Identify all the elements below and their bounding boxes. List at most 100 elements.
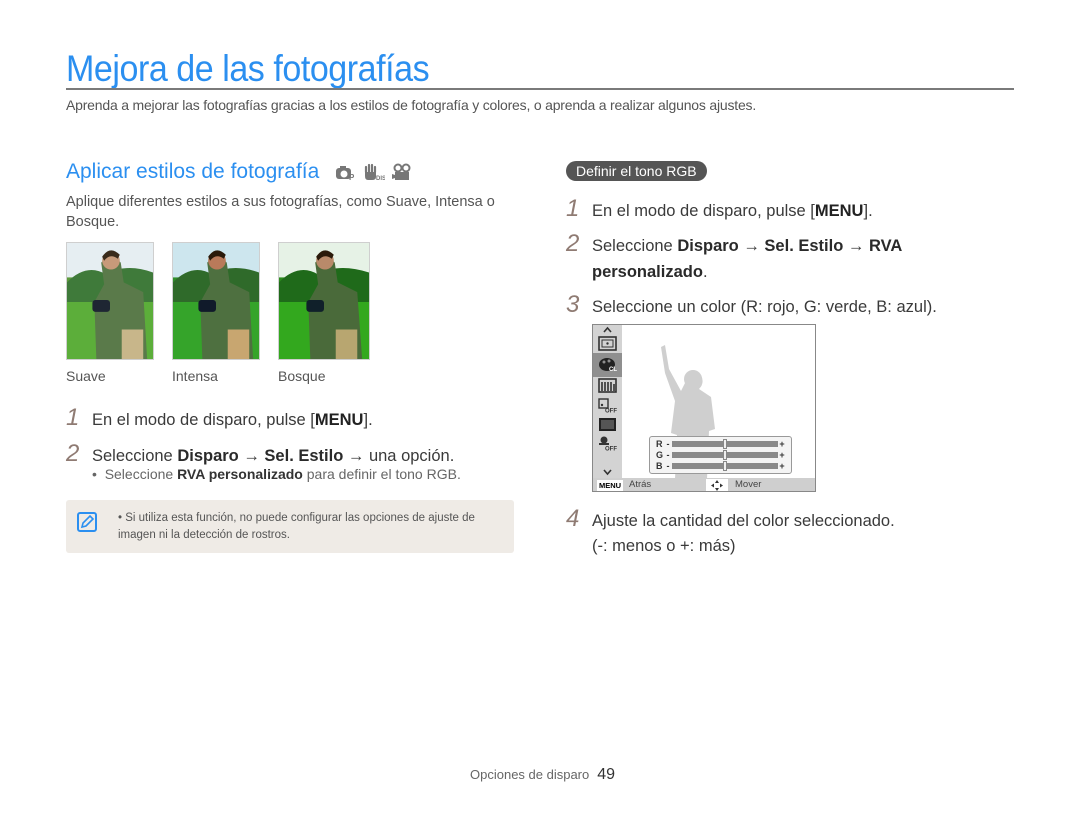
- title-divider: [66, 88, 1014, 90]
- right-step-3: 3 Seleccione un color (R: rojo, G: verde…: [566, 291, 937, 319]
- right-step-2: 2 Seleccione Disparo → Sel. Estilo → RVA…: [566, 231, 926, 285]
- right-step-4: 4 Ajuste la cantidad del color seleccion…: [566, 506, 895, 559]
- scroll-up-icon[interactable]: [598, 326, 617, 334]
- sample-photo-bosque: [278, 242, 370, 360]
- menu-path-sel-estilo: Sel. Estilo: [764, 237, 844, 255]
- style-samples: Suave Intensa Bosque: [66, 242, 388, 384]
- minus-sign: -: [666, 461, 670, 471]
- step-text: En el modo de disparo, pulse [: [92, 411, 315, 429]
- note-box: • Si utiliza esta función, no puede conf…: [66, 500, 514, 553]
- section-title: Aplicar estilos de fotografía P DIS: [66, 160, 413, 184]
- section-description: Aplique diferentes estilos a sus fotogra…: [66, 194, 495, 230]
- left-step-2: 2 Seleccione Disparo → Sel. Estilo → una…: [66, 440, 454, 468]
- step-number: 4: [566, 505, 580, 532]
- slider-letter: G: [656, 450, 664, 460]
- step-text: En el modo de disparo, pulse [: [592, 202, 815, 220]
- back-label[interactable]: Atrás: [629, 479, 651, 490]
- footer-section: Opciones de disparo: [470, 767, 590, 782]
- arrow: →: [843, 237, 869, 255]
- face-detection-off-icon[interactable]: OFF: [598, 398, 617, 413]
- menu-path-rva: RVA: [868, 237, 903, 255]
- step-text: Seleccione: [592, 237, 678, 255]
- subsection-pill: Definir el tono RGB: [566, 161, 707, 181]
- hand-dis-icon: DIS: [365, 163, 385, 181]
- step-text: Seleccione: [92, 447, 178, 465]
- move-label[interactable]: Mover: [735, 479, 761, 490]
- slider-track[interactable]: [672, 439, 778, 449]
- bullet-text-end: para definir el tono RGB.: [302, 466, 461, 482]
- bullet-dot: •: [92, 466, 105, 482]
- arrow: →: [238, 447, 265, 465]
- menu-path-disparo: Disparo: [177, 447, 239, 465]
- mode-icons: P DIS: [335, 163, 413, 181]
- left-step-1: 1 En el modo de disparo, pulse [MENU].: [66, 404, 373, 432]
- page-number: 49: [597, 766, 616, 783]
- rgb-slider-row[interactable]: B - +: [656, 461, 788, 471]
- bullet-bold: RVA personalizado: [177, 466, 303, 482]
- menu-key: MENU: [814, 202, 864, 220]
- slider-letter: R: [656, 439, 663, 449]
- step-number: 2: [566, 230, 580, 257]
- svg-text:OFF: OFF: [605, 447, 617, 452]
- arrow: →: [738, 237, 765, 255]
- note-text: • Si utiliza esta función, no puede conf…: [118, 510, 503, 544]
- voice-memo-off-icon[interactable]: OFF: [598, 436, 617, 451]
- arrow: →: [343, 447, 369, 465]
- plus-sign: +: [779, 450, 785, 460]
- page-title: Mejora de las fotografías: [66, 48, 430, 89]
- lcd-bottom-bar: MENU Atrás Mover: [593, 478, 815, 491]
- slider-thumb[interactable]: [723, 461, 727, 471]
- scroll-down-icon[interactable]: [598, 468, 617, 476]
- sample-label: Suave: [66, 368, 106, 384]
- rgb-slider-row[interactable]: G - +: [656, 450, 788, 460]
- plus-sign: +: [779, 439, 785, 449]
- bullet-text: Seleccione: [104, 466, 178, 482]
- step-text: Seleccione un color (R: rojo, G: verde, …: [592, 298, 937, 316]
- sample-photo-suave: [66, 242, 154, 360]
- camera-program-icon: P: [336, 166, 355, 181]
- minus-sign: -: [666, 450, 670, 460]
- right-step-1: 1 En el modo de disparo, pulse [MENU].: [566, 195, 873, 223]
- slider-track[interactable]: [672, 461, 778, 471]
- rgb-slider-row[interactable]: R - +: [656, 439, 788, 449]
- step-text-end: una opción.: [368, 447, 455, 465]
- svg-text:CL: CL: [609, 367, 617, 372]
- svg-text:OFF: OFF: [605, 409, 617, 414]
- step-number: 1: [566, 195, 580, 222]
- svg-text:DIS: DIS: [376, 176, 385, 181]
- navigation-arrows-icon: [706, 479, 728, 491]
- sample-label: Intensa: [172, 368, 218, 384]
- step-text-line2: (-: menos o +: más): [592, 537, 736, 555]
- camera-lcd-screen: CL OFF OFF R - + G - + B - + MENU Atrás: [592, 324, 816, 492]
- page-intro: Aprenda a mejorar las fotografías gracia…: [66, 97, 757, 113]
- note-content: Si utiliza esta función, no puede config…: [118, 512, 475, 541]
- sample-intensa: Intensa: [172, 242, 260, 384]
- menu-button-label[interactable]: MENU: [597, 480, 624, 491]
- section-title-text: Aplicar estilos de fotografía: [66, 160, 320, 183]
- menu-path-personalizado: personalizado: [592, 263, 703, 281]
- step-text-end: ].: [863, 202, 873, 220]
- step-text-end: ].: [363, 411, 373, 429]
- step-text-end: .: [702, 263, 708, 281]
- frame-icon[interactable]: [598, 417, 617, 432]
- rgb-adjust-panel: R - + G - + B - +: [649, 436, 792, 474]
- step-number: 2: [66, 440, 80, 467]
- note-pencil-icon: [77, 512, 97, 532]
- slider-thumb[interactable]: [723, 450, 727, 460]
- photo-style-icon[interactable]: CL: [598, 357, 617, 372]
- menu-key: MENU: [314, 411, 364, 429]
- menu-path-sel-estilo: Sel. Estilo: [264, 447, 344, 465]
- sample-photo-intensa: [172, 242, 260, 360]
- sample-bosque: Bosque: [278, 242, 370, 384]
- slider-track[interactable]: [672, 450, 778, 460]
- step-text: Ajuste la cantidad del color seleccionad…: [592, 512, 895, 530]
- page-footer: Opciones de disparo 49: [470, 766, 615, 784]
- lcd-menu-sidebar: CL OFF OFF: [593, 325, 622, 478]
- step-number: 1: [66, 404, 80, 431]
- menu-path-disparo: Disparo: [677, 237, 739, 255]
- slider-thumb[interactable]: [723, 439, 727, 449]
- metering-icon[interactable]: [598, 336, 617, 351]
- movie-camera-icon: [392, 163, 411, 180]
- sample-label: Bosque: [278, 368, 326, 384]
- image-adjust-icon[interactable]: [598, 378, 617, 393]
